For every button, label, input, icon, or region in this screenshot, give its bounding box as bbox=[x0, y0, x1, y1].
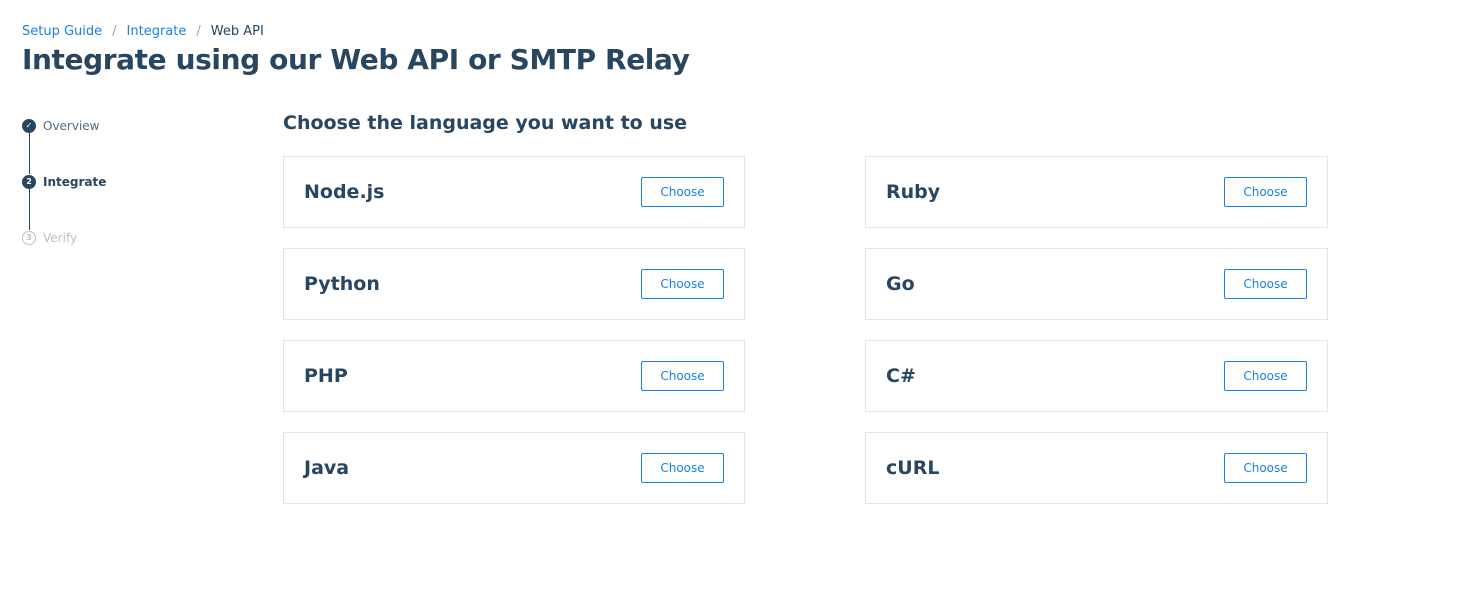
language-name: Ruby bbox=[886, 181, 941, 203]
language-card-python: Python Choose bbox=[283, 248, 745, 320]
language-card-php: PHP Choose bbox=[283, 340, 745, 412]
stepper-connector bbox=[29, 189, 30, 230]
breadcrumb-link-integrate[interactable]: Integrate bbox=[127, 24, 187, 39]
language-name: Java bbox=[304, 457, 350, 479]
language-card-csharp: C# Choose bbox=[865, 340, 1328, 412]
step-label: Integrate bbox=[43, 175, 107, 189]
language-grid: Node.js Choose Ruby Choose Python Choose… bbox=[283, 156, 1328, 504]
language-name: Go bbox=[886, 273, 915, 295]
step-number: 3 bbox=[22, 231, 36, 245]
check-icon: ✓ bbox=[22, 119, 36, 133]
breadcrumb-separator: / bbox=[196, 23, 201, 39]
choose-nodejs-button[interactable]: Choose bbox=[641, 177, 724, 207]
choose-csharp-button[interactable]: Choose bbox=[1224, 361, 1307, 391]
language-card-ruby: Ruby Choose bbox=[865, 156, 1328, 228]
choose-python-button[interactable]: Choose bbox=[641, 269, 724, 299]
page-title: Integrate using our Web API or SMTP Rela… bbox=[22, 43, 690, 76]
step-label: Overview bbox=[43, 119, 100, 133]
step-verify: 3 Verify bbox=[22, 230, 77, 246]
language-name: Python bbox=[304, 273, 380, 295]
choose-ruby-button[interactable]: Choose bbox=[1224, 177, 1307, 207]
choose-java-button[interactable]: Choose bbox=[641, 453, 724, 483]
choose-curl-button[interactable]: Choose bbox=[1224, 453, 1307, 483]
language-name: C# bbox=[886, 365, 916, 387]
language-card-java: Java Choose bbox=[283, 432, 745, 504]
choose-go-button[interactable]: Choose bbox=[1224, 269, 1307, 299]
language-name: Node.js bbox=[304, 181, 385, 203]
step-label: Verify bbox=[43, 231, 78, 245]
language-name: cURL bbox=[886, 457, 940, 479]
step-integrate[interactable]: 2 Integrate bbox=[22, 174, 106, 190]
step-number: 2 bbox=[22, 175, 36, 189]
breadcrumb-current: Web API bbox=[210, 23, 264, 39]
section-title: Choose the language you want to use bbox=[283, 112, 688, 134]
breadcrumb-link-setup-guide[interactable]: Setup Guide bbox=[22, 24, 102, 39]
language-name: PHP bbox=[304, 365, 348, 387]
language-card-nodejs: Node.js Choose bbox=[283, 156, 745, 228]
breadcrumb-separator: / bbox=[112, 23, 117, 39]
stepper-connector bbox=[29, 133, 30, 174]
language-card-go: Go Choose bbox=[865, 248, 1328, 320]
choose-php-button[interactable]: Choose bbox=[641, 361, 724, 391]
breadcrumb: Setup Guide / Integrate / Web API bbox=[22, 22, 264, 40]
language-card-curl: cURL Choose bbox=[865, 432, 1328, 504]
step-overview[interactable]: ✓ Overview bbox=[22, 118, 100, 134]
